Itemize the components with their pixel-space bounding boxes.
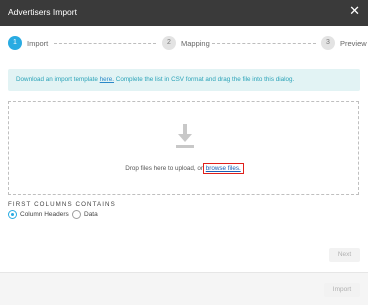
step-connector: [54, 43, 156, 44]
info-text: Download an import template: [16, 76, 100, 83]
download-arrow-icon: [176, 124, 194, 148]
radio-unselected-icon: [72, 210, 81, 219]
dialog-titlebar: Advertisers Import ✕: [0, 0, 368, 26]
step-3-label: Preview: [340, 39, 367, 48]
dialog-footer: Import: [0, 272, 368, 305]
column-headers-label: Column Headers: [20, 211, 69, 218]
template-download-link[interactable]: here.: [100, 76, 114, 83]
dialog-title: Advertisers Import: [8, 7, 77, 17]
import-button[interactable]: Import: [324, 283, 360, 297]
first-columns-label: FIRST COLUMNS CONTAINS: [8, 201, 116, 208]
dropzone-text: Drop files here to upload, or browse fil…: [9, 163, 358, 174]
data-label: Data: [84, 211, 98, 218]
radio-selected-icon: [8, 210, 17, 219]
import-info-banner: Download an import template here. Comple…: [8, 69, 360, 91]
info-text-suffix: Complete the list in CSV format and drag…: [114, 76, 295, 83]
step-2-indicator: 2: [162, 36, 176, 50]
dropzone-instructions: Drop files here to upload, or: [125, 165, 205, 172]
step-connector: [212, 43, 316, 44]
step-2-label: Mapping: [181, 39, 210, 48]
next-button[interactable]: Next: [329, 248, 360, 262]
browse-files-link[interactable]: browse files.: [202, 163, 244, 174]
file-dropzone[interactable]: Drop files here to upload, or browse fil…: [8, 101, 359, 195]
step-1-indicator: 1: [8, 36, 22, 50]
close-icon[interactable]: ✕: [349, 3, 360, 19]
step-3-indicator: 3: [321, 36, 335, 50]
step-1-label: Import: [27, 39, 49, 48]
import-stepper: 1 Import 2 Mapping 3 Preview: [0, 34, 368, 54]
